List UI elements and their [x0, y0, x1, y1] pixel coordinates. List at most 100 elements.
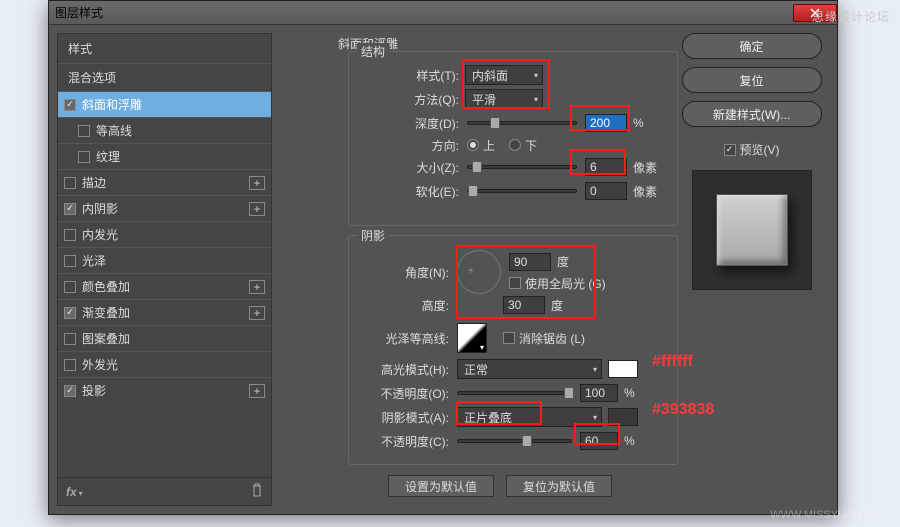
antialias-checkbox[interactable] — [503, 332, 515, 344]
style-item[interactable]: 图案叠加 — [58, 325, 271, 351]
style-checkbox[interactable] — [64, 385, 76, 397]
add-effect-icon[interactable]: + — [249, 280, 265, 294]
style-item[interactable]: 外发光 — [58, 351, 271, 377]
cancel-button[interactable]: 复位 — [682, 67, 822, 93]
highlight-mode-label: 高光模式(H): — [349, 361, 449, 378]
fx-menu[interactable]: fx▾ — [66, 485, 83, 499]
size-slider[interactable] — [467, 165, 577, 169]
highlight-opacity-label: 不透明度(O): — [349, 385, 449, 402]
shadow-mode-dropdown[interactable]: 正片叠底▾ — [457, 407, 602, 427]
style-item-label: 颜色叠加 — [82, 278, 130, 295]
style-item-label: 渐变叠加 — [82, 304, 130, 321]
style-checkbox[interactable] — [64, 255, 76, 267]
style-item[interactable]: 光泽 — [58, 247, 271, 273]
reset-default-button[interactable]: 复位为默认值 — [506, 475, 612, 497]
structure-group: 结构 样式(T): 内斜面▾ 方法(Q): 平滑▾ 深度(D): 200 % 方… — [348, 51, 678, 226]
style-item-label: 内发光 — [82, 226, 118, 243]
style-checkbox[interactable] — [78, 125, 90, 137]
soften-input[interactable]: 0 — [585, 182, 627, 200]
add-effect-icon[interactable]: + — [249, 384, 265, 398]
style-item-label: 纹理 — [96, 148, 120, 165]
style-item[interactable]: 等高线 — [58, 117, 271, 143]
highlight-opacity-input[interactable]: 100 — [580, 384, 618, 402]
make-default-button[interactable]: 设置为默认值 — [388, 475, 494, 497]
altitude-input[interactable]: 30 — [503, 296, 545, 314]
angle-dial[interactable] — [457, 250, 501, 294]
style-item[interactable]: 投影 + — [58, 377, 271, 403]
style-item-label: 等高线 — [96, 122, 132, 139]
style-item-label: 内阴影 — [82, 200, 118, 217]
highlight-opacity-slider[interactable] — [457, 391, 572, 395]
soften-slider[interactable] — [467, 189, 577, 193]
style-item-label: 光泽 — [82, 252, 106, 269]
style-checkbox[interactable] — [64, 229, 76, 241]
style-checkbox[interactable] — [64, 333, 76, 345]
chevron-down-icon: ▾ — [593, 413, 597, 422]
add-effect-icon[interactable]: + — [249, 306, 265, 320]
add-effect-icon[interactable]: + — [249, 202, 265, 216]
shadow-opacity-slider[interactable] — [457, 439, 572, 443]
blending-options[interactable]: 混合选项 — [58, 63, 271, 91]
gloss-label: 光泽等高线: — [349, 330, 449, 347]
chevron-down-icon: ▾ — [534, 71, 538, 80]
style-item-label: 投影 — [82, 382, 106, 399]
style-item-label: 描边 — [82, 174, 106, 191]
style-item[interactable]: 颜色叠加 + — [58, 273, 271, 299]
style-item[interactable]: 纹理 — [58, 143, 271, 169]
angle-unit: 度 — [557, 253, 569, 270]
chevron-down-icon: ▾ — [534, 95, 538, 104]
direction-label: 方向: — [349, 137, 459, 154]
size-input[interactable]: 6 — [585, 158, 627, 176]
style-item[interactable]: 描边 + — [58, 169, 271, 195]
style-item[interactable]: 渐变叠加 + — [58, 299, 271, 325]
style-checkbox[interactable] — [64, 281, 76, 293]
method-dropdown[interactable]: 平滑▾ — [465, 89, 543, 109]
antialias-label: 消除锯齿 (L) — [519, 330, 585, 347]
style-label: 样式(T): — [349, 67, 459, 84]
style-item[interactable]: 内发光 — [58, 221, 271, 247]
style-dropdown[interactable]: 内斜面▾ — [465, 65, 543, 85]
chevron-down-icon: ▾ — [480, 343, 484, 352]
direction-down-radio[interactable] — [509, 139, 521, 151]
depth-slider[interactable] — [467, 121, 577, 125]
right-column: 确定 复位 新建样式(W)... 预览(V) — [674, 33, 829, 506]
style-item-label: 外发光 — [82, 356, 118, 373]
gloss-contour-picker[interactable]: ▾ — [457, 323, 487, 353]
direction-down-label: 下 — [525, 137, 537, 154]
soften-unit: 像素 — [633, 183, 657, 200]
style-list: 斜面和浮雕等高线纹理描边 + 内阴影 + 内发光光泽颜色叠加 + 渐变叠加 + 图案叠加外发光投… — [58, 91, 271, 477]
delete-icon[interactable] — [251, 483, 263, 500]
style-checkbox[interactable] — [64, 359, 76, 371]
annotation-highlight-color: #ffffff — [652, 353, 693, 371]
shadow-color-swatch[interactable] — [608, 408, 638, 426]
style-checkbox[interactable] — [64, 99, 76, 111]
shadow-opacity-input[interactable]: 60 — [580, 432, 618, 450]
angle-input[interactable]: 90 — [509, 253, 551, 271]
preview-swatch — [716, 194, 788, 266]
style-item[interactable]: 内阴影 + — [58, 195, 271, 221]
style-checkbox[interactable] — [64, 177, 76, 189]
titlebar[interactable]: 图层样式 — [49, 1, 837, 25]
highlight-mode-dropdown[interactable]: 正常▾ — [457, 359, 602, 379]
style-checkbox[interactable] — [64, 203, 76, 215]
preview-checkbox[interactable] — [724, 144, 736, 156]
style-item-label: 斜面和浮雕 — [82, 96, 142, 113]
style-checkbox[interactable] — [78, 151, 90, 163]
main-panel: 斜面和浮雕 结构 样式(T): 内斜面▾ 方法(Q): 平滑▾ 深度(D): 2… — [280, 33, 666, 506]
styles-sidebar: 样式 混合选项 斜面和浮雕等高线纹理描边+内阴影+内发光光泽颜色叠加+渐变叠加+… — [57, 33, 272, 506]
use-global-light-label: 使用全局光 (G) — [525, 275, 606, 292]
style-item[interactable]: 斜面和浮雕 — [58, 91, 271, 117]
highlight-color-swatch[interactable] — [608, 360, 638, 378]
soften-label: 软化(E): — [349, 183, 459, 200]
pct: % — [624, 386, 635, 400]
method-label: 方法(Q): — [349, 91, 459, 108]
direction-up-radio[interactable] — [467, 139, 479, 151]
use-global-light-checkbox[interactable] — [509, 277, 521, 289]
shadow-mode-label: 阴影模式(A): — [349, 409, 449, 426]
ok-button[interactable]: 确定 — [682, 33, 822, 59]
altitude-label: 高度: — [349, 297, 449, 314]
depth-input[interactable]: 200 — [585, 114, 627, 132]
add-effect-icon[interactable]: + — [249, 176, 265, 190]
style-checkbox[interactable] — [64, 307, 76, 319]
new-style-button[interactable]: 新建样式(W)... — [682, 101, 822, 127]
